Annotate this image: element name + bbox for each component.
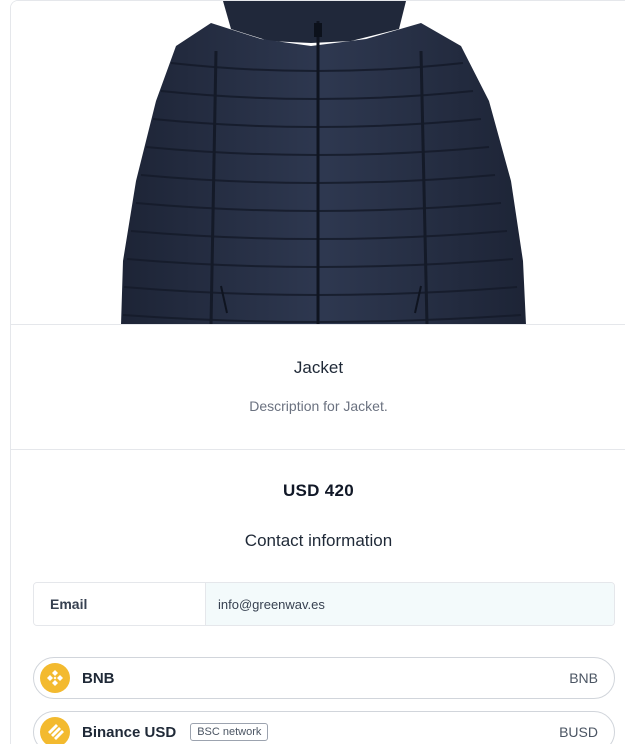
payment-option-symbol: BUSD [559, 724, 598, 740]
payment-option-busd[interactable]: Binance USD BSC network BUSD [33, 711, 615, 744]
product-price: USD 420 [282, 481, 355, 500]
product-image [11, 1, 625, 325]
email-label: Email [34, 583, 206, 625]
payment-option-symbol: BNB [569, 670, 598, 686]
payment-option-bnb[interactable]: BNB BNB [33, 657, 615, 699]
network-badge: BSC network [190, 723, 269, 741]
jacket-image [121, 1, 526, 324]
busd-icon [40, 717, 70, 744]
bnb-icon [40, 663, 70, 693]
product-info: Jacket Description for Jacket. [11, 326, 625, 450]
email-input[interactable] [206, 583, 614, 625]
product-description: Description for Jacket. [249, 398, 388, 414]
product-card: Jacket Description for Jacket. USD 420 C… [10, 0, 625, 744]
payment-option-name: BNB [82, 669, 115, 687]
product-title: Jacket [293, 358, 344, 377]
payment-option-name: Binance USD [82, 723, 177, 741]
contact-title: Contact information [244, 531, 393, 550]
email-row: Email [33, 582, 615, 626]
